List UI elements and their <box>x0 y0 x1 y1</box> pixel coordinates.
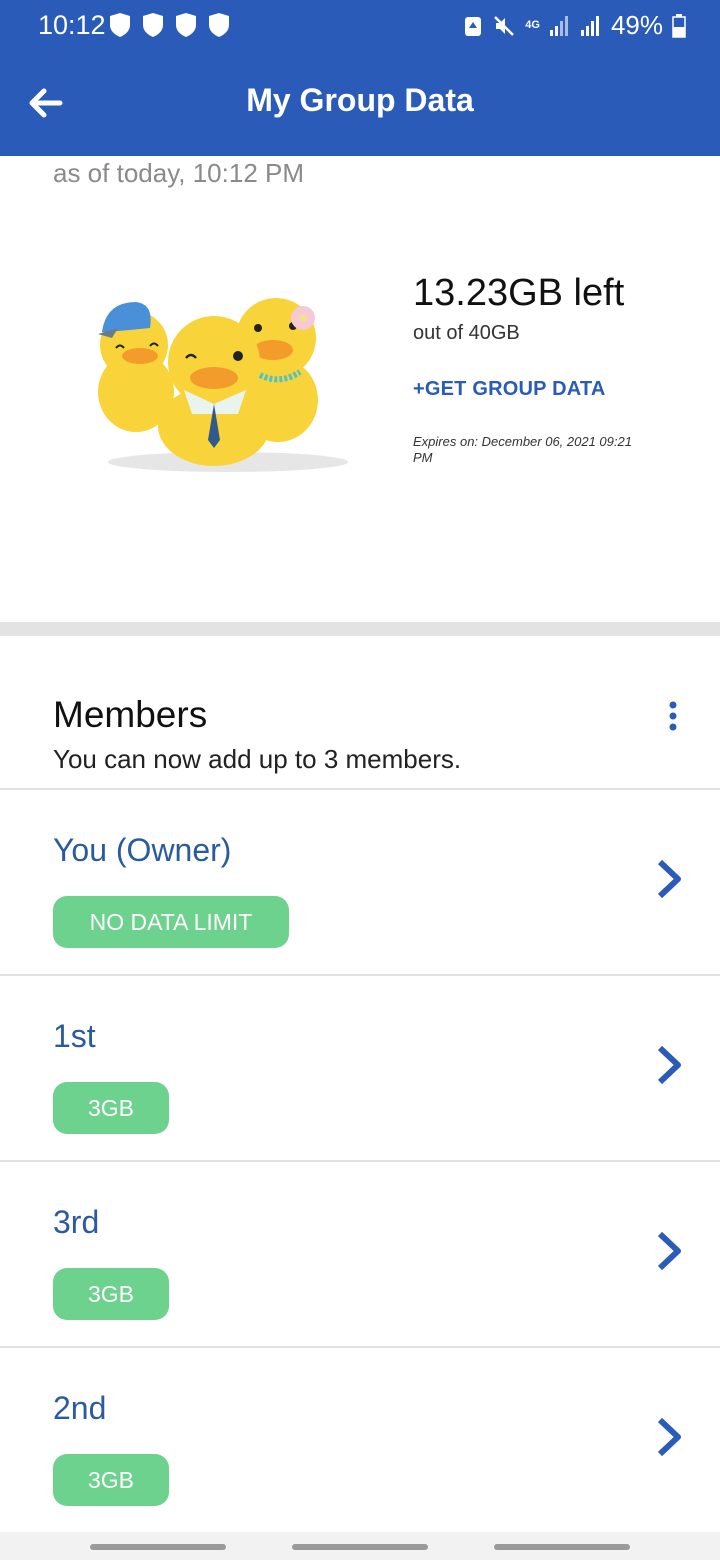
data-left: 13.23GB left <box>413 272 625 314</box>
member-row[interactable]: 1st 3GB <box>0 974 720 1162</box>
recycle-icon <box>465 16 482 36</box>
members-title: Members <box>53 694 208 735</box>
status-time: 10:12 <box>38 10 106 40</box>
member-name: 2nd <box>53 1390 107 1426</box>
expiry-date: Expires on: December 06, 2021 09:21 PM <box>413 434 632 465</box>
network-type: 4G <box>525 19 540 31</box>
signal-icon <box>580 15 599 36</box>
recent-apps-gesture[interactable] <box>90 1544 226 1550</box>
shield-icon <box>143 13 163 37</box>
get-group-data-link[interactable]: +GET GROUP DATA <box>413 378 605 401</box>
page-title: My Group Data <box>246 82 474 118</box>
back-gesture[interactable] <box>494 1544 630 1550</box>
shield-icon <box>176 13 196 37</box>
shield-icon <box>110 13 130 37</box>
mute-icon <box>494 15 515 36</box>
member-name: 1st <box>53 1018 96 1054</box>
member-limit-badge: 3GB <box>53 1268 169 1320</box>
member-row[interactable]: 2nd 3GB <box>0 1346 720 1534</box>
battery-percent: 49% <box>610 10 663 40</box>
data-total: out of 40GB <box>413 322 520 344</box>
member-row[interactable]: You (Owner) NO DATA LIMIT <box>0 788 720 976</box>
member-name: 3rd <box>53 1204 100 1240</box>
member-limit-badge: 3GB <box>53 1454 169 1506</box>
member-limit-badge: 3GB <box>53 1082 169 1134</box>
as-of-timestamp: as of today, 10:12 PM <box>53 158 304 188</box>
member-limit-badge: NO DATA LIMIT <box>53 896 289 948</box>
member-name: You (Owner) <box>53 832 232 868</box>
chevron-right-icon <box>657 1417 681 1457</box>
signal-icon <box>549 15 568 36</box>
member-row[interactable]: 3rd 3GB <box>0 1160 720 1348</box>
home-gesture[interactable] <box>292 1544 428 1550</box>
section-divider <box>0 622 720 636</box>
chevron-right-icon <box>657 859 681 899</box>
chevron-right-icon <box>657 1231 681 1271</box>
shield-icon <box>209 13 229 37</box>
more-vertical-icon[interactable] <box>660 700 686 734</box>
app-bar: My Group Data <box>0 52 720 156</box>
chevron-right-icon <box>657 1045 681 1085</box>
ducks-illustration <box>98 298 348 472</box>
status-bar: 10:12 4G 49% <box>0 0 720 52</box>
members-subtitle: You can now add up to 3 members. <box>53 744 462 774</box>
status-indicators: 4G 49% <box>463 10 686 41</box>
battery-icon <box>672 13 686 38</box>
